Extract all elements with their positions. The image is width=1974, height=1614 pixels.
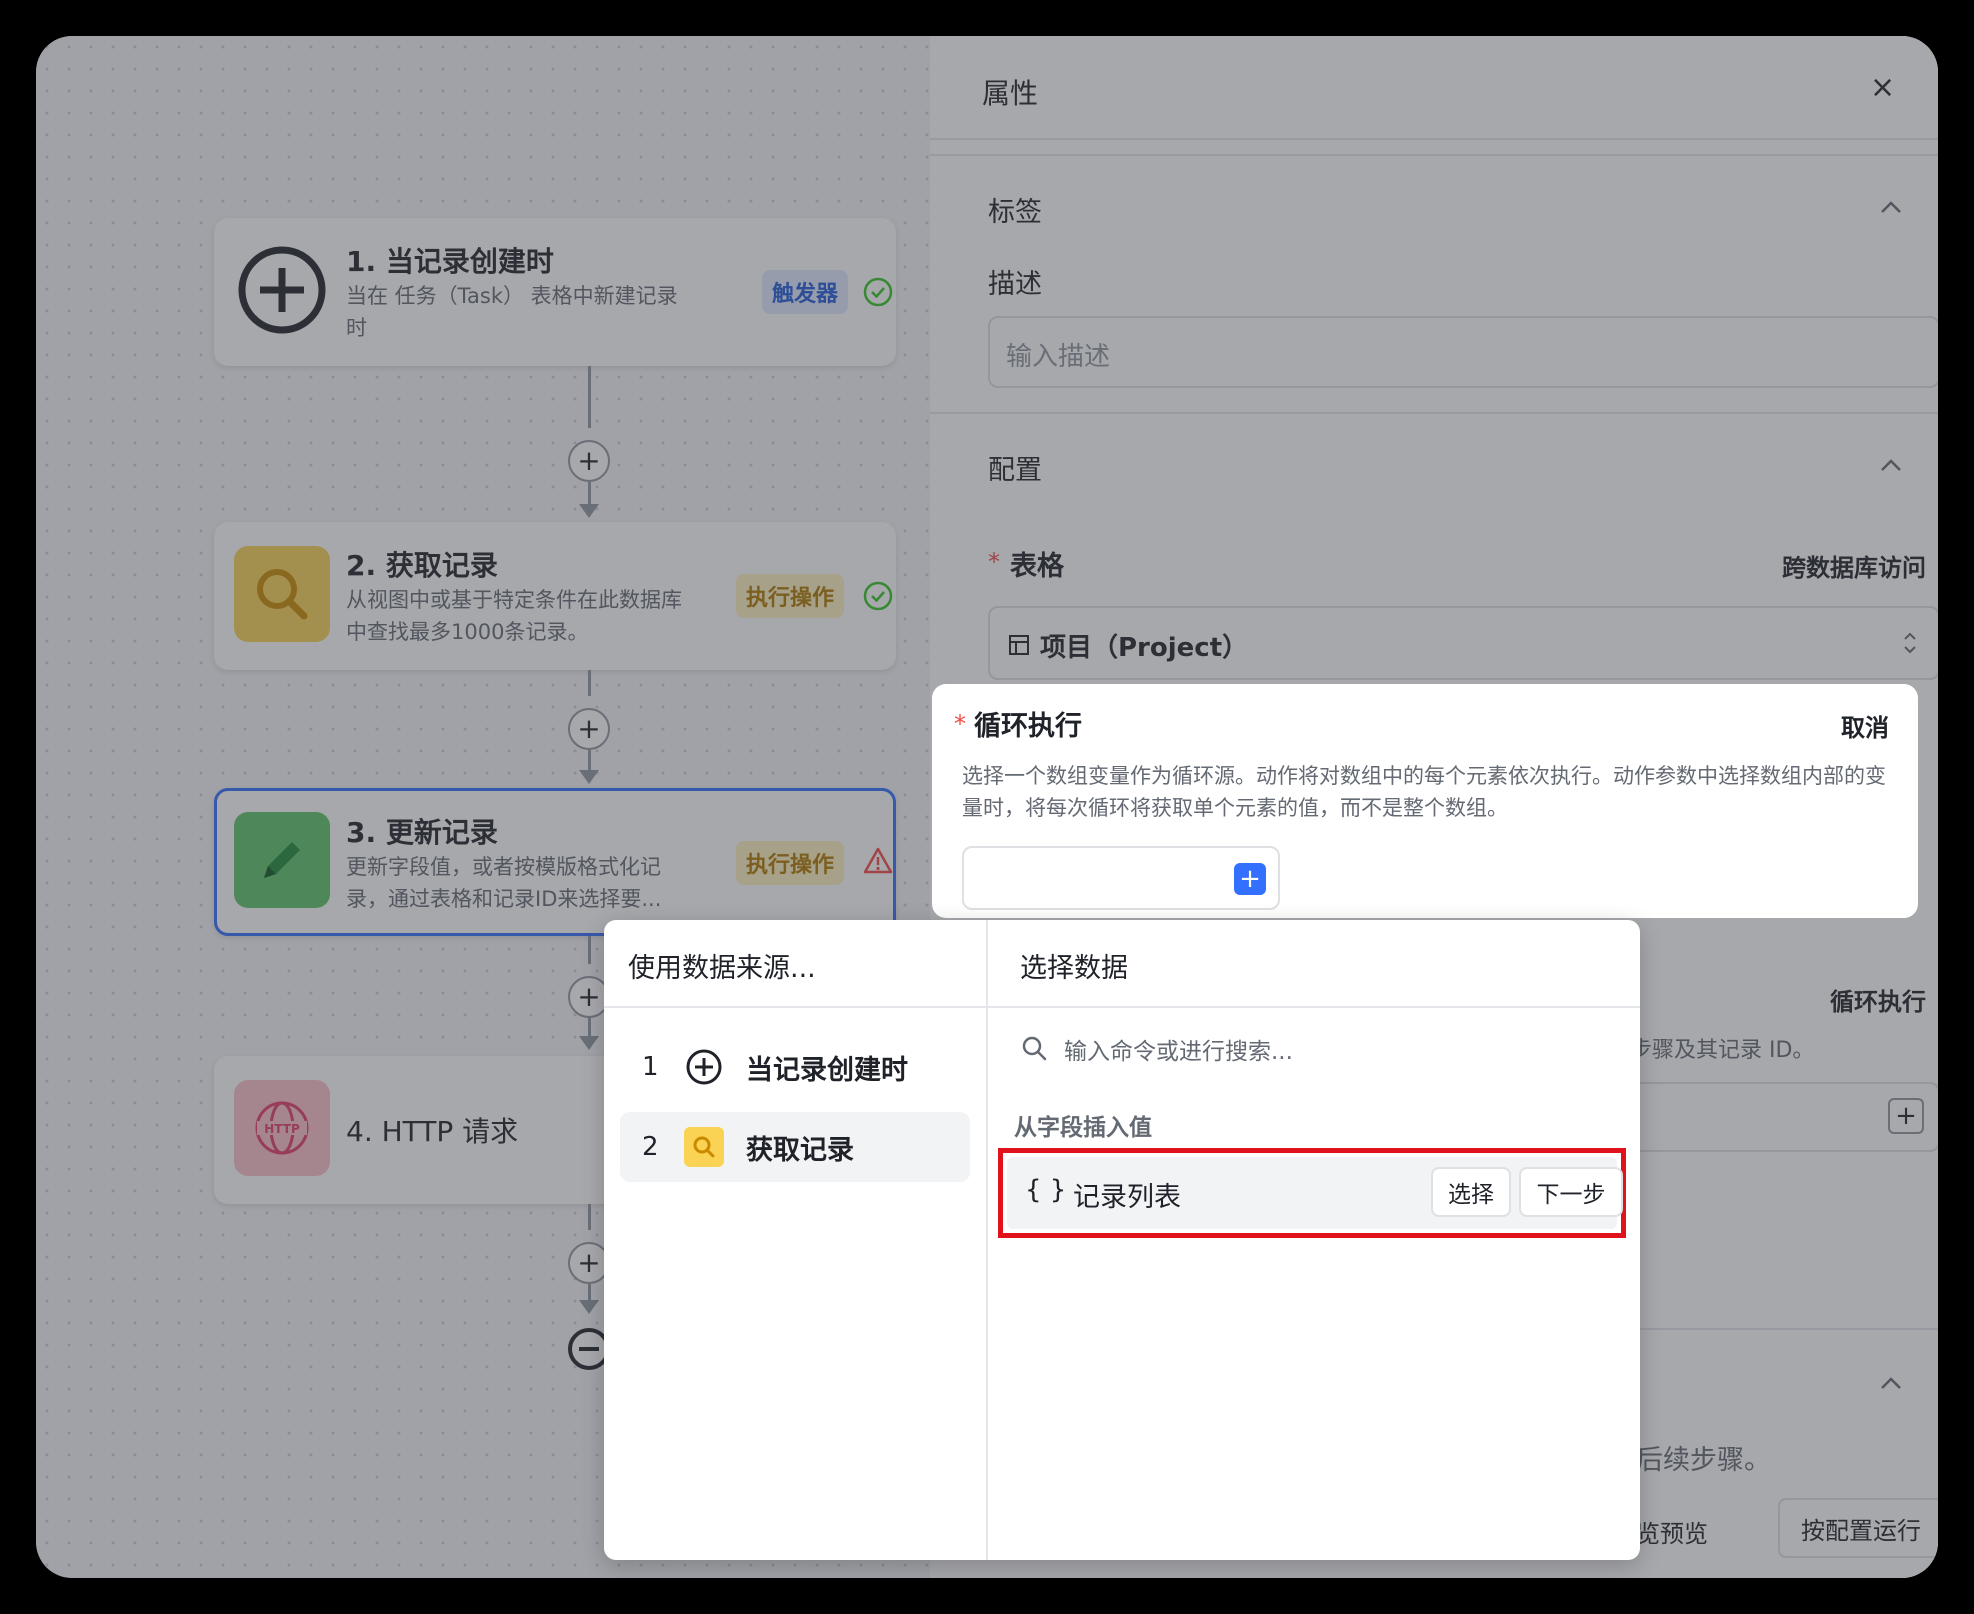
field-label: 记录列表 (1073, 1182, 1181, 1213)
action-badge: 执行操作 (736, 841, 845, 885)
hint-text: 步骤及其记录 ID。 (1630, 1038, 1815, 1063)
node-description: 从视图中或基于特定条件在此数据库中查找最多1000条记录。 (346, 588, 682, 644)
connector-line (588, 750, 591, 772)
section-label-title: 标签 (988, 197, 1042, 228)
divider (930, 412, 1938, 414)
loop-source-input[interactable]: + (962, 846, 1280, 910)
add-field-button[interactable]: + (1888, 1098, 1924, 1134)
source-number: 2 (642, 1132, 659, 1162)
search-icon (234, 546, 330, 642)
data-header-label: 选择数据 (1020, 953, 1128, 984)
flow-node-get-records[interactable]: 2. 获取记录 从视图中或基于特定条件在此数据库中查找最多1000条记录。 执行… (214, 522, 896, 670)
connector-line (588, 1204, 591, 1230)
arrow-down-icon (579, 1300, 599, 1314)
node-description: 当在 任务（Task） 表格中新建记录时 (346, 284, 678, 340)
loop-description: 选择一个数组变量作为循环源。动作将对数组中的每个元素依次执行。动作参数中选择数组… (962, 764, 1886, 820)
data-source-popover: 使用数据来源... 1 当记录创建时 2 获取记录 选择数据 输入命令或进行搜索… (604, 920, 1640, 1560)
source-label: 获取记录 (746, 1134, 854, 1166)
required-mark: * (954, 710, 966, 738)
chevron-up-icon[interactable] (1880, 458, 1902, 472)
loop-execute-label: 循环执行 (1830, 988, 1926, 1016)
required-mark: * (988, 548, 1000, 576)
source-label: 当记录创建时 (746, 1054, 908, 1086)
connector-line (588, 936, 591, 964)
loop-title: 循环执行 (974, 711, 1082, 742)
source-column: 使用数据来源... 1 当记录创建时 2 获取记录 (604, 920, 988, 1560)
description-label: 描述 (988, 269, 1042, 300)
data-column: 选择数据 输入命令或进行搜索... 从字段插入值 { } 记录列表 选择 下一步 (986, 920, 1640, 1560)
connector-line (588, 366, 591, 428)
braces-icon: { } (1025, 1175, 1067, 1205)
connector-line (588, 670, 591, 696)
section-config-title: 配置 (988, 455, 1042, 486)
source-header: 使用数据来源... (604, 920, 986, 1008)
node-title: 3. 更新记录 (346, 816, 498, 849)
cancel-button[interactable]: 取消 (1841, 708, 1889, 743)
source-number: 1 (642, 1052, 659, 1082)
chevron-up-icon[interactable] (1880, 200, 1902, 214)
chevron-up-icon[interactable] (1880, 1376, 1902, 1390)
next-step-button[interactable]: 下一步 (1519, 1167, 1623, 1217)
field-row-record-list[interactable]: { } 记录列表 选择 下一步 (1007, 1157, 1623, 1229)
data-header: 选择数据 (986, 920, 1640, 1008)
panel-title: 属性 (982, 77, 1039, 110)
node-description: 更新字段值，或者按模版格式化记录，通过表格和记录ID来选择要... (346, 855, 662, 911)
trigger-badge: 触发器 (762, 270, 849, 314)
node-title: 4. HTTP 请求 (346, 1115, 519, 1148)
table-label: 表格 (1010, 551, 1064, 582)
pencil-icon (234, 812, 330, 908)
select-button[interactable]: 选择 (1431, 1167, 1511, 1217)
loop-execute-card: * 循环执行 取消 选择一个数组变量作为循环源。动作将对数组中的每个元素依次执行… (932, 684, 1918, 918)
description-placeholder: 输入描述 (1006, 342, 1111, 372)
close-icon[interactable]: × (1870, 70, 1895, 105)
divider (930, 138, 1938, 140)
table-select-value: 项目（Project） (1040, 633, 1249, 663)
table-icon (1009, 635, 1029, 655)
divider (930, 154, 1938, 156)
field-group-label: 从字段插入值 (1014, 1115, 1152, 1141)
plus-circle-icon (234, 242, 330, 338)
connector-line (588, 482, 591, 506)
search-icon (1022, 1036, 1047, 1061)
search-input[interactable]: 输入命令或进行搜索... (1064, 1032, 1293, 1066)
search-icon (684, 1127, 724, 1167)
check-circle-icon (863, 581, 893, 611)
flow-node-http-request[interactable]: HTTP 4. HTTP 请求 (214, 1056, 644, 1204)
add-step-button[interactable]: + (568, 708, 610, 750)
connector-line (588, 1018, 591, 1038)
table-select[interactable]: 项目（Project） (988, 606, 1938, 680)
svg-text:HTTP: HTTP (264, 1122, 300, 1136)
http-globe-icon: HTTP (234, 1080, 330, 1176)
description-input[interactable]: 输入描述 (988, 316, 1938, 388)
action-badge: 执行操作 (736, 574, 845, 618)
add-step-button[interactable]: + (568, 440, 610, 482)
flow-node-trigger[interactable]: 1. 当记录创建时 当在 任务（Task） 表格中新建记录时 触发器 (214, 218, 896, 366)
source-header-label: 使用数据来源... (628, 953, 816, 984)
arrow-down-icon (579, 504, 599, 518)
warning-icon (863, 847, 893, 874)
cross-database-link[interactable]: 跨数据库访问 (1782, 548, 1926, 583)
arrow-down-icon (579, 1036, 599, 1050)
node-title: 2. 获取记录 (346, 549, 498, 582)
run-button[interactable]: 按配置运行 (1778, 1498, 1938, 1558)
source-item-get-records[interactable]: 2 获取记录 (620, 1112, 970, 1182)
plus-circle-icon (686, 1049, 722, 1085)
highlight-box: { } 记录列表 选择 下一步 (998, 1148, 1626, 1238)
node-title: 1. 当记录创建时 (346, 245, 554, 278)
hint-text: 后续步骤。 (1636, 1445, 1771, 1476)
check-circle-icon (863, 277, 893, 307)
chevron-updown-icon (1904, 632, 1916, 654)
arrow-down-icon (579, 770, 599, 784)
flow-node-update-record[interactable]: 3. 更新记录 更新字段值，或者按模版格式化记录，通过表格和记录ID来选择要..… (214, 788, 896, 936)
source-item-trigger[interactable]: 1 当记录创建时 (620, 1032, 970, 1102)
preview-button[interactable]: 览预览 (1636, 1514, 1708, 1549)
add-variable-button[interactable]: + (1234, 863, 1266, 895)
